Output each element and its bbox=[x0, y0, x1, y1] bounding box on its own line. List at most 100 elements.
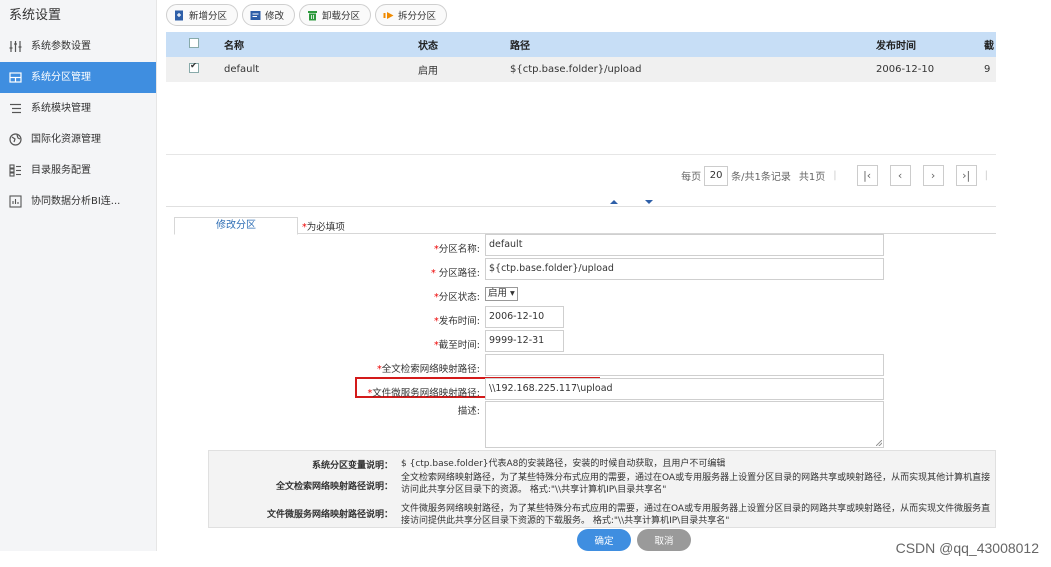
per-page-label: 每页 bbox=[681, 172, 702, 183]
panel-splitter[interactable] bbox=[166, 197, 996, 207]
sidebar-item-system-params[interactable]: 系统参数设置 bbox=[0, 31, 156, 62]
total-pages-text: 共1页 bbox=[798, 172, 826, 183]
table-header: 名称 状态 路径 发布时间 截 bbox=[166, 32, 996, 57]
partition-status-label: *分区状态: bbox=[434, 292, 480, 303]
unload-partition-label: 卸载分区 bbox=[322, 11, 361, 22]
chevron-down-icon: ▾ bbox=[510, 288, 515, 299]
partition-status-select[interactable]: 启用 ▾ bbox=[485, 287, 518, 301]
trash-icon bbox=[307, 10, 318, 21]
chevron-right-icon: › bbox=[930, 169, 936, 182]
column-header-expire[interactable]: 截 bbox=[984, 37, 996, 52]
file-service-path-label: *文件微服务网络映射路径: bbox=[367, 388, 480, 399]
tab-edit-partition[interactable]: 修改分区 bbox=[174, 217, 298, 235]
partition-path-input[interactable]: ${ctp.base.folder}/upload bbox=[485, 258, 884, 280]
unload-partition-button[interactable]: 卸载分区 bbox=[299, 4, 372, 26]
required-note-text: 为必填项 bbox=[306, 222, 345, 233]
bi-icon bbox=[9, 195, 22, 208]
cell-name: default bbox=[224, 64, 260, 75]
sidebar-item-label: 目录服务配置 bbox=[31, 165, 91, 176]
column-header-status[interactable]: 状态 bbox=[418, 37, 510, 52]
sidebar-item-label: 系统参数设置 bbox=[31, 41, 91, 52]
confirm-button[interactable]: 确定 bbox=[577, 529, 631, 551]
last-page-button[interactable]: ›| bbox=[955, 165, 977, 186]
row-select-cell[interactable] bbox=[166, 63, 224, 76]
column-header-name[interactable]: 名称 bbox=[224, 37, 418, 52]
sidebar-item-label: 系统分区管理 bbox=[31, 72, 91, 83]
description-label: 描述: bbox=[457, 406, 480, 417]
sliders-icon bbox=[9, 40, 22, 53]
pagination: 每页 20 条/共1条记录 共1页 | |‹ ‹ › ›| | bbox=[166, 154, 996, 196]
collapse-down-icon[interactable] bbox=[644, 200, 653, 204]
split-partition-button[interactable]: 拆分分区 bbox=[375, 4, 448, 26]
partition-name-input[interactable]: default bbox=[485, 234, 884, 256]
form-tabbar: 修改分区 *为必填项 bbox=[174, 217, 996, 235]
fulltext-path-input[interactable] bbox=[485, 354, 884, 376]
sidebar-item-partition-mgmt[interactable]: 系统分区管理 bbox=[0, 62, 156, 93]
select-all-checkbox[interactable] bbox=[189, 38, 199, 48]
sidebar-item-label: 国际化资源管理 bbox=[31, 134, 101, 145]
collapse-up-icon[interactable] bbox=[609, 200, 618, 204]
partition-name-label: *分区名称: bbox=[434, 244, 480, 255]
publish-time-label: *发布时间: bbox=[434, 316, 480, 327]
first-page-icon: |‹ bbox=[863, 169, 872, 182]
sidebar-item-directory[interactable]: 目录服务配置 bbox=[0, 155, 156, 186]
sidebar-item-module-mgmt[interactable]: 系统模块管理 bbox=[0, 93, 156, 124]
sidebar-title: 系统设置 bbox=[9, 8, 62, 23]
list-icon bbox=[9, 102, 22, 115]
new-doc-icon bbox=[174, 10, 185, 21]
info-row-file-service: 文件微服务网络映射路径说明： 文件微服务网络映射路径，为了某些特殊分布式应用的需… bbox=[209, 503, 995, 527]
sidebar-item-i18n[interactable]: 国际化资源管理 bbox=[0, 124, 156, 155]
first-page-button[interactable]: |‹ bbox=[856, 165, 878, 186]
partition-icon bbox=[9, 71, 22, 84]
info-label: 系统分区变量说明： bbox=[311, 461, 393, 471]
column-header-date[interactable]: 发布时间 bbox=[876, 37, 984, 52]
add-partition-button[interactable]: 新增分区 bbox=[166, 4, 239, 26]
cancel-button[interactable]: 取消 bbox=[637, 529, 691, 551]
next-page-button[interactable]: › bbox=[922, 165, 944, 186]
row-checkbox[interactable] bbox=[189, 63, 199, 73]
chevron-left-icon: ‹ bbox=[897, 169, 903, 182]
partition-path-label: * 分区路径: bbox=[431, 268, 480, 279]
publish-time-input[interactable]: 2006-12-10 bbox=[485, 306, 564, 328]
table-row[interactable]: default 启用 ${ctp.base.folder}/upload 200… bbox=[166, 57, 996, 82]
watermark: CSDN @qq_43008012 bbox=[895, 540, 1039, 556]
splitter-arrows bbox=[596, 200, 666, 206]
cell-date: 2006-12-10 bbox=[876, 64, 935, 75]
page-size-input[interactable]: 20 bbox=[704, 165, 729, 186]
cell-status: 启用 bbox=[418, 66, 438, 77]
split-partition-label: 拆分分区 bbox=[398, 11, 437, 22]
description-textarea[interactable] bbox=[485, 401, 884, 448]
sidebar-item-bi[interactable]: 协同数据分析BI连... bbox=[0, 186, 156, 217]
column-header-path[interactable]: 路径 bbox=[510, 37, 876, 52]
info-label: 文件微服务网络映射路径说明： bbox=[266, 510, 393, 520]
form-buttons: 确定 取消 bbox=[577, 529, 691, 551]
expire-time-label: *截至时间: bbox=[434, 340, 480, 351]
info-label: 全文检索网络映射路径说明： bbox=[275, 482, 393, 492]
cell-expire: 9 bbox=[984, 64, 991, 75]
info-text: 全文检索网络映射路径，为了某些特殊分布式应用的需要，通过在OA或专用服务器上设置… bbox=[401, 473, 991, 495]
sidebar-item-label: 系统模块管理 bbox=[31, 103, 91, 114]
info-row-variable: 系统分区变量说明： $ {ctp.base.folder}代表A8的安装路径，安… bbox=[209, 458, 995, 471]
add-partition-label: 新增分区 bbox=[189, 11, 228, 22]
info-text: $ {ctp.base.folder}代表A8的安装路径，安装的时候自动获取，且… bbox=[401, 459, 726, 469]
edit-partition-form: *分区名称: default * 分区路径: ${ctp.base.folder… bbox=[174, 234, 996, 448]
edit-button[interactable]: 修改 bbox=[242, 4, 296, 26]
expire-time-input[interactable]: 9999-12-31 bbox=[485, 330, 564, 352]
prev-page-button[interactable]: ‹ bbox=[889, 165, 911, 186]
cell-path: ${ctp.base.folder}/upload bbox=[510, 64, 642, 75]
sidebar: 系统设置 系统参数设置 系统分区管理 系统模块管理 国际化资源管理 目录服务配置 bbox=[0, 0, 157, 551]
last-page-icon: ›| bbox=[962, 169, 971, 182]
edit-label: 修改 bbox=[265, 11, 285, 22]
toolbar: 新增分区 修改 卸载分区 拆分分区 bbox=[166, 4, 448, 28]
sidebar-item-label: 协同数据分析BI连... bbox=[31, 196, 121, 207]
split-arrow-icon bbox=[383, 10, 394, 21]
select-all-cell[interactable] bbox=[166, 38, 224, 51]
info-row-fulltext: 全文检索网络映射路径说明： 全文检索网络映射路径，为了某些特殊分布式应用的需要，… bbox=[209, 472, 995, 496]
globe-icon bbox=[9, 133, 22, 146]
directory-icon bbox=[9, 164, 22, 177]
pager-divider: | bbox=[984, 170, 988, 181]
required-note: *为必填项 bbox=[302, 219, 345, 233]
pager-divider: | bbox=[833, 170, 837, 181]
records-text: 条/共1条记录 bbox=[731, 172, 791, 183]
file-service-path-input[interactable]: \\192.168.225.117\upload bbox=[485, 378, 884, 400]
